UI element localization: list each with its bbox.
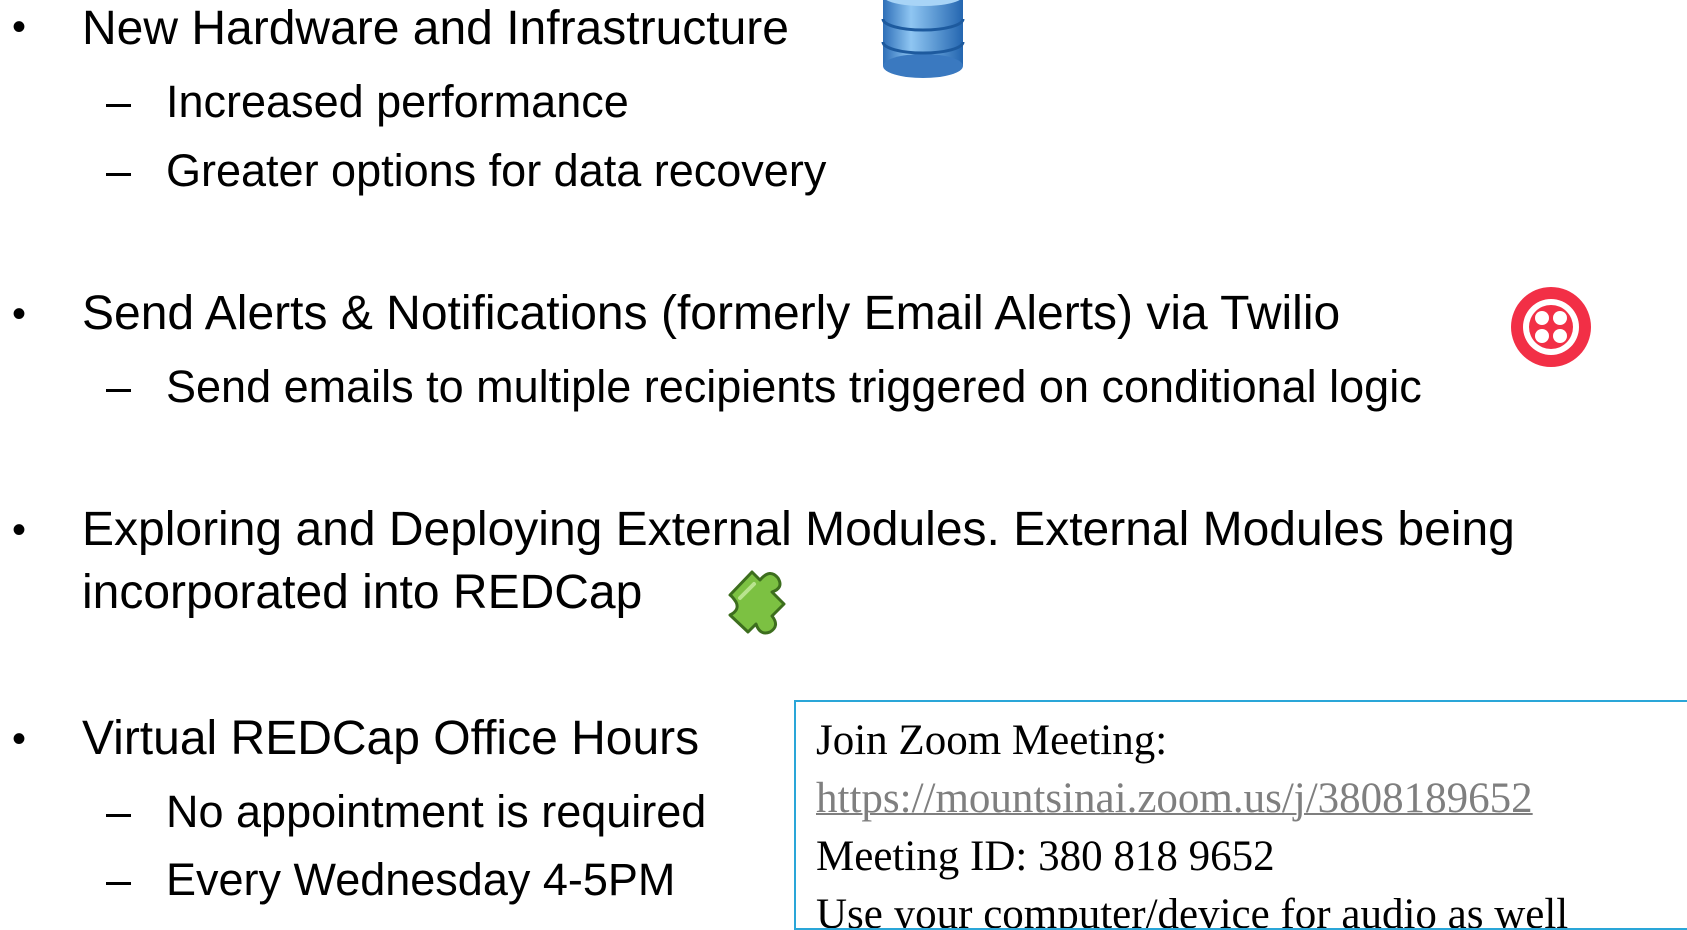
sub-bullet-office-hours-1: No appointment is required <box>166 786 707 837</box>
zoom-info-box: Join Zoom Meeting: https://mountsinai.zo… <box>794 700 1687 930</box>
sub-bullet-alerts-1: Send emails to multiple recipients trigg… <box>166 361 1422 412</box>
sub-bullet-office-hours-2: Every Wednesday 4-5PM <box>166 854 676 905</box>
zoom-audio-line: Use your computer/device for audio as we… <box>816 891 1569 930</box>
bullet-alerts: • <box>12 292 27 336</box>
bullet-alerts-title: Send Alerts & Notifications (formerly Em… <box>82 287 1341 340</box>
zoom-meeting-link[interactable]: https://mountsinai.zoom.us/j/3808189652 <box>816 775 1533 822</box>
sub-bullet-hardware-2: Greater options for data recovery <box>166 145 827 196</box>
zoom-heading: Join Zoom Meeting: <box>816 717 1168 764</box>
twilio-logo-icon <box>1511 287 1591 367</box>
database-icon <box>881 0 965 78</box>
zoom-meeting-id: Meeting ID: 380 818 9652 <box>816 833 1275 880</box>
dash-office-hours-1: – <box>106 786 132 837</box>
bullet-office-hours-title: Virtual REDCap Office Hours <box>82 712 700 765</box>
puzzle-piece-icon <box>728 570 786 635</box>
bullet-modules-title-line2: incorporated into REDCap <box>82 566 643 619</box>
bullet-office-hours: • <box>12 717 27 761</box>
bullet-hardware-title: New Hardware and Infrastructure <box>82 2 789 55</box>
bullet-modules-title-line1: Exploring and Deploying External Modules… <box>82 503 1515 556</box>
sub-bullet-hardware-1: Increased performance <box>166 76 629 127</box>
bullet-hardware: • <box>12 5 27 49</box>
dash-alerts-1: – <box>106 361 132 412</box>
dash-hardware-2: – <box>106 145 132 196</box>
bullet-modules: • <box>12 508 27 552</box>
dash-office-hours-2: – <box>106 854 132 905</box>
dash-hardware-1: – <box>106 76 132 127</box>
